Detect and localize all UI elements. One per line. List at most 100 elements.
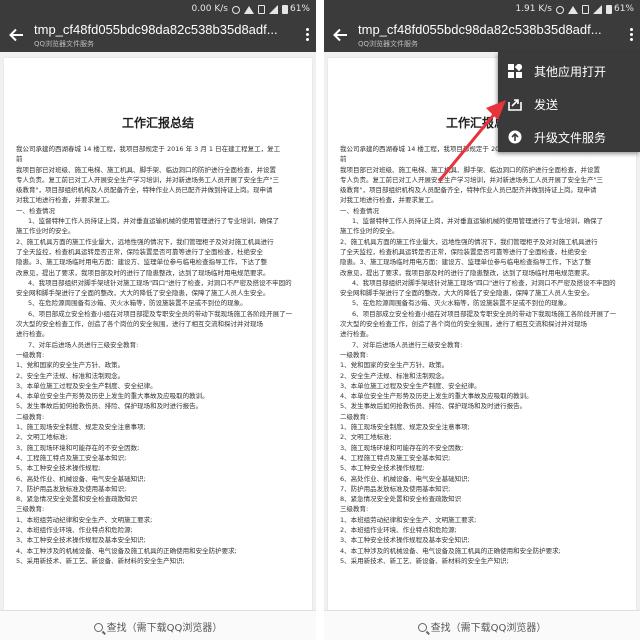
document-line: 三级教育: (340, 505, 369, 514)
document-page[interactable]: 工作汇报总结 我公司承建的西湖春城 14 楼工程，我项目部规定于 2016 年 … (4, 58, 312, 610)
document-line: 前 (340, 155, 347, 164)
document-line: 1、本班组劳动纪律和安全生产、文明施工要求; (340, 515, 477, 524)
document-line: 6、高处作业、机械设备、电气安全基础知识; (16, 474, 146, 483)
file-subtitle: QQ浏览器文件服务 (358, 40, 419, 48)
status-bar: 0.00 K/s 61% (0, 0, 316, 18)
document-line: 1、监督特种工作人员持证上岗，并对垂直运输机械的使用管理进行了专业培训，确保了 (352, 217, 604, 226)
back-arrow-icon[interactable] (8, 28, 24, 42)
document-line: 进行检查。 (16, 330, 49, 339)
document-line: 一、检查情况 (16, 206, 55, 215)
document-line: 2、施工机具方面的施工作业量大，远地性强的情况下，我们管理柜子及对对施工机具进行 (340, 237, 598, 246)
wifi-icon (244, 5, 254, 14)
document-line: 5、本工种安全技术操作规程; (340, 464, 425, 473)
document-line: 改意见，提出了要求，我项目部及时的进行了隐患整改，达到了现场临时用电规范要求。 (16, 268, 270, 277)
document-line: 2、安全生产法规、标准和法制观念。 (16, 371, 125, 380)
document-line: 4、本工种涉及的机械设备、电气设备及施工机具的正确使用和安全防护要求; (340, 546, 561, 555)
document-line: 1、施工现场安全制度、规定及安全注意事项; (340, 423, 470, 432)
alarm-icon (232, 5, 240, 14)
document-line: 5、发生事故后如何抢救伤员、排险、保护现场和及时进行报告。 (340, 402, 527, 411)
document-line: 三级教育: (16, 505, 45, 514)
document-line: 隐患。3、施工现场临时用电方面：建设方、监理单位参与临电检查指导工作，下达了整 (340, 258, 592, 267)
document-line: 进行检查。 (340, 330, 373, 339)
document-line: 5、采用新技术、新工艺、新设备、新材料的安全生产知识; (340, 556, 509, 565)
document-line: 2、安全生产法规、标准和法制观念。 (340, 371, 449, 380)
network-speed: 1.91 K/s (515, 4, 552, 14)
wifi-icon (568, 5, 578, 14)
document-line: 4、我项目部组织对脚手架班针对施工现场"四口"进行了检查，对洞口不严密及搭设不牢… (352, 278, 616, 287)
document-line: 次大型的安全检查工作，创造了各个岗位的安全氛围，进行了相互交流和探讨并对现场 (16, 320, 263, 329)
file-title: tmp_cf48fd055bdc98da82c538b35d8adf... (34, 22, 278, 37)
document-line: 专人负责。复工前已对工人开展安全生产学习培训，并对新进场务工人员开展了安全生产"… (16, 175, 279, 184)
upgrade-icon (508, 130, 522, 144)
document-line: 2、施工机具方面的施工作业量大，远地性强的情况下，我们管理柜子及对对施工机具进行 (16, 237, 274, 246)
document-line: 5、本工种安全技术操作规程; (16, 464, 101, 473)
document-line: 我公司承建的西湖春城 14 楼工程，我项目部规定于 2016 年 3 月 1 日… (16, 145, 281, 153)
document-line: 4、我项目部组织对脚手架班针对施工现场"四口"进行了检查，对洞口不严密及搭设不牢… (28, 278, 292, 287)
screen-left: 0.00 K/s 61% tmp_cf48fd055bdc98da82c538b… (0, 0, 316, 640)
search-icon (93, 623, 103, 632)
menu-label: 发送 (534, 98, 559, 112)
document-line: 一级教育: (16, 350, 45, 359)
search-icon (417, 623, 427, 632)
battery-percent: 61% (613, 4, 634, 14)
document-line: 8、紧急情况安全处置和安全检查疏散知识 (340, 495, 462, 504)
document-line: 安全网和脚手架进行了全面的整改，大大的降低了安全隐患，保障了施工人员人生安全。 (16, 289, 270, 298)
document-title: 工作汇报总结 (121, 116, 194, 130)
document-line: 次大型的安全检查工作，创造了各个岗位的安全氛围，进行了相互交流和探讨并对现场 (340, 320, 587, 329)
document-line: 6、高处作业、机械设备、电气安全基础知识; (340, 474, 470, 483)
sim-icon (258, 5, 265, 14)
document-line: 对我工地进行检查，并要求复工。 (16, 196, 114, 205)
signal-icon (269, 5, 278, 14)
document-line: 3、施工现场环境和可能存在的不安全因数; (16, 443, 140, 452)
document-line: 对我工地进行检查，并要求复工。 (340, 196, 438, 205)
document-line: 1、本班组劳动纪律和安全生产、文明施工要求; (16, 515, 153, 524)
find-label: 查找（需下载QQ浏览器） (106, 623, 223, 634)
document-line: 一级教育: (340, 350, 369, 359)
document-line: 我项目部已对班级、施工电梯、施工机具、脚手架、临边洞口的防护进行全面检查，并设置 (340, 165, 600, 174)
menu-label: 其他应用打开 (534, 65, 607, 79)
document-line: 1、党和国家的安全生产方针、政策。 (340, 361, 449, 370)
more-options-icon[interactable] (302, 27, 312, 43)
document-line: 二级教育: (340, 412, 369, 421)
document-line: 级教育"，项目部组织机构及人员配备齐全，特种作业人员已配齐并做到持证上岗。现申请 (340, 186, 597, 195)
document-line: 一、检查情况 (340, 206, 379, 215)
document-line: 7、防护用品发放标准及使用基本知识; (16, 484, 127, 493)
document-line: 施工作业时的安全。 (16, 227, 75, 236)
overflow-menu: 其他应用打开 发送 升级文件服务 (498, 52, 640, 152)
document-line: 3、本工种安全技术操作规程及基本安全知识; (340, 536, 470, 545)
menu-item-upgrade[interactable]: 升级文件服务 (498, 120, 640, 153)
panel-divider (316, 0, 324, 640)
menu-item-open-with[interactable]: 其他应用打开 (498, 54, 640, 87)
document-line: 二级教育: (16, 412, 45, 421)
document-line: 前 (16, 155, 23, 164)
document-line: 6、项目部成立安全检查小组在对项目部提及专职安全员的带动下我现场施工各阶段开展了… (28, 309, 293, 318)
document-line: 1、施工现场安全制度、规定及安全注意事项; (16, 423, 146, 432)
document-line: 2、文明工地标准; (340, 433, 392, 442)
find-bar[interactable]: 查找（需下载QQ浏览器） (324, 610, 640, 640)
signal-icon (593, 5, 602, 14)
document-line: 1、党和国家的安全生产方针、政策。 (16, 361, 125, 370)
battery-percent: 61% (289, 4, 310, 14)
find-bar[interactable]: 查找（需下载QQ浏览器） (0, 610, 316, 640)
more-options-icon[interactable] (626, 27, 636, 43)
document-line: 4、本工种涉及的机械设备、电气设备及施工机具的正确使用和安全防护要求; (16, 546, 237, 555)
battery-icon (282, 5, 288, 14)
document-line: 8、紧急情况安全处置和安全检查疏散知识 (16, 495, 138, 504)
document-line: 了全天监控，检查机具运转是否正常，保险装置是否可靠等进行了全面检查，杜绝安全 (340, 247, 587, 256)
grid-icon (508, 62, 524, 78)
document-line: 7、对年后进场人员进行三级安全教育: (352, 340, 463, 349)
document-line: 5、采用新技术、新工艺、新设备、新材料的安全生产知识; (16, 556, 185, 565)
menu-item-send[interactable]: 发送 (498, 87, 640, 120)
menu-label: 升级文件服务 (534, 131, 607, 145)
back-arrow-icon[interactable] (332, 28, 348, 42)
document-line: 隐患。3、施工现场临时用电方面：建设方、监理单位参与临电检查指导工作，下达了整 (16, 258, 268, 267)
document-line: 4、本单位安全生产形势及历史上发生的重大事故及应吸取的教训。 (340, 392, 533, 401)
battery-icon (606, 5, 612, 14)
document-line: 5、发生事故后如何抢救伤员、排险、保护现场和及时进行报告。 (16, 402, 203, 411)
document-line: 级教育"，项目部组织机构及人员配备齐全，特种作业人员已配齐并做到持证上岗。现申请 (16, 186, 273, 195)
status-bar: 1.91 K/s 61% (324, 0, 640, 18)
document-line: 我项目部已对班级、施工电梯、施工机具、脚手架、临边洞口的防护进行全面检查，并设置 (16, 165, 276, 174)
app-toolbar: tmp_cf48fd055bdc98da82c538b35d8adf... QQ… (324, 18, 640, 52)
document-line: 2、本班组作业环境、作业特点和危险源; (16, 525, 133, 534)
app-toolbar: tmp_cf48fd055bdc98da82c538b35d8adf... QQ… (0, 18, 316, 52)
